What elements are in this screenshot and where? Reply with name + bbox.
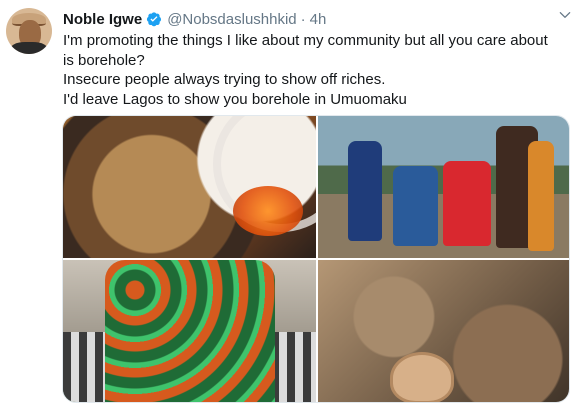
- verified-icon: [147, 12, 162, 27]
- chevron-down-icon[interactable]: [558, 8, 572, 22]
- person-shape: [393, 166, 438, 246]
- dress-shape: [105, 260, 275, 402]
- media-grid: [62, 115, 570, 403]
- tweet-text: I'm promoting the things I like about my…: [63, 31, 568, 109]
- media-photo-people[interactable]: [318, 116, 569, 258]
- soup-shape: [233, 186, 303, 236]
- person-shape: [348, 141, 382, 241]
- media-photo-ground[interactable]: [318, 260, 569, 402]
- avatar[interactable]: [6, 8, 52, 54]
- tweet: Noble Igwe @Nobsdaslushhkid · 4h I'm pro…: [0, 0, 580, 414]
- tweet-text-line: is borehole?: [63, 51, 145, 69]
- media-photo-dress[interactable]: [63, 260, 316, 402]
- display-name[interactable]: Noble Igwe: [63, 11, 142, 28]
- tweet-time[interactable]: 4h: [310, 11, 327, 28]
- person-shape: [528, 141, 554, 251]
- tweet-header: Noble Igwe @Nobsdaslushhkid · 4h: [63, 9, 326, 29]
- tweet-text-line: I'm promoting the things I like about my…: [63, 32, 548, 49]
- tweet-text-line: I'd leave Lagos to show you borehole in …: [63, 90, 407, 108]
- avatar-shirt: [10, 42, 48, 54]
- user-handle[interactable]: @Nobsdaslushhkid: [167, 11, 296, 28]
- person-shape: [443, 161, 491, 246]
- tweet-text-line: Insecure people always trying to show of…: [63, 71, 386, 88]
- separator-dot: ·: [300, 10, 306, 28]
- shoe-shape: [390, 352, 454, 402]
- media-photo-food[interactable]: [63, 116, 316, 258]
